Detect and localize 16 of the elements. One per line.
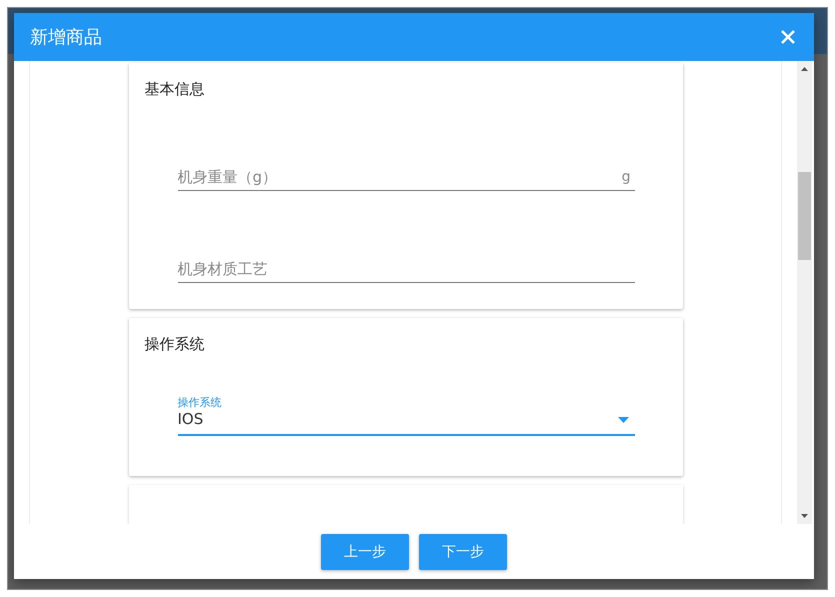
step-button[interactable]: 上一步 <box>321 534 409 570</box>
select-field[interactable]: IOS <box>178 410 634 436</box>
dropdown-caret-icon <box>618 417 628 423</box>
scrollbar-thumb[interactable] <box>798 172 811 260</box>
field-label: 操作系统 <box>178 396 222 410</box>
scroll-up-icon[interactable] <box>801 67 808 71</box>
step-button[interactable]: 下一步 <box>419 534 507 570</box>
close-icon <box>780 29 796 45</box>
close-button[interactable] <box>780 29 796 45</box>
scrollbar[interactable] <box>797 61 812 524</box>
section-title: 基本信息 <box>144 79 206 99</box>
scroll-down-icon[interactable] <box>801 514 808 518</box>
unit-suffix: g <box>622 169 630 185</box>
text-field[interactable]: 机身材质工艺 <box>178 253 634 283</box>
section-title: 操作系统 <box>144 334 206 354</box>
dialog-title: 新增商品 <box>30 26 102 49</box>
